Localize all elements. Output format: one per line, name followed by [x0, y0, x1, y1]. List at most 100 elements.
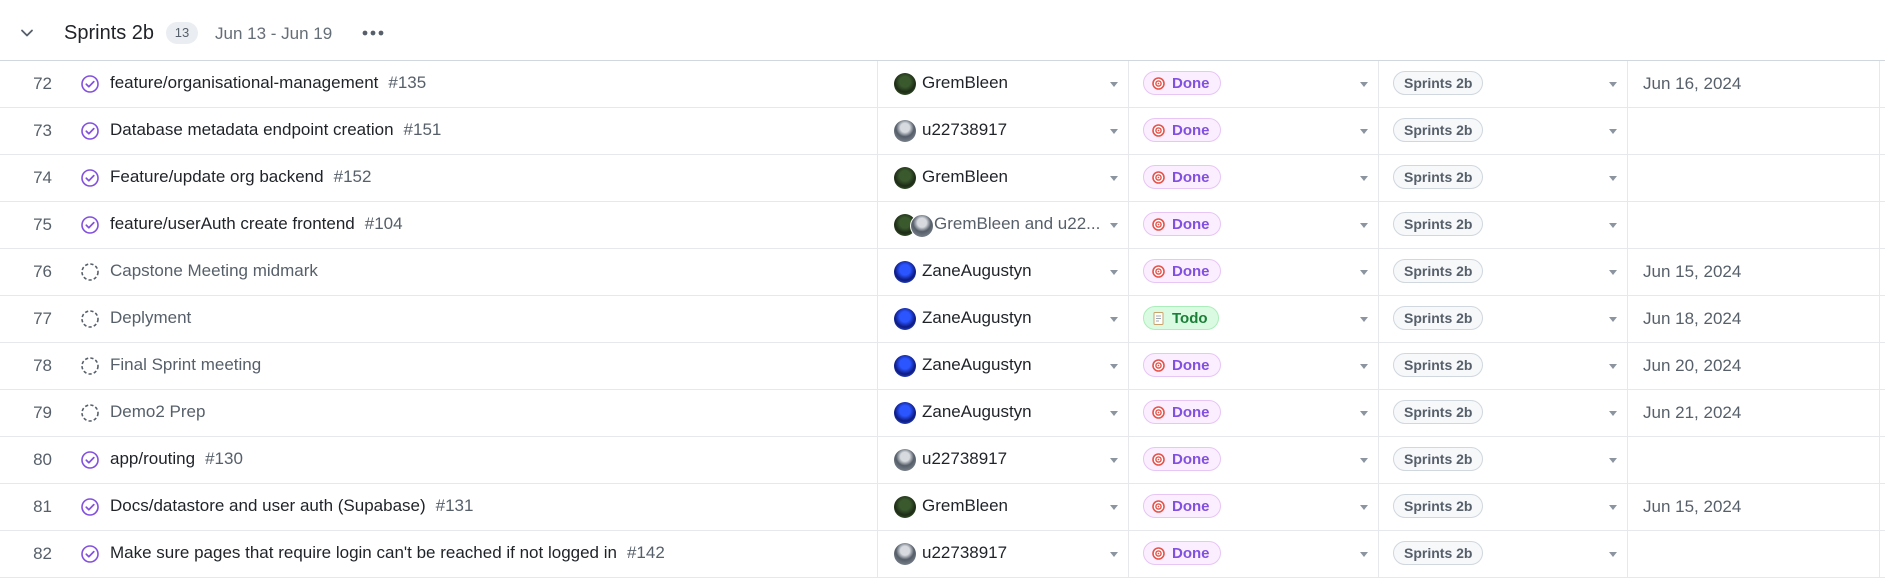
chevron-down-icon[interactable]	[1360, 270, 1368, 275]
assignees-cell[interactable]: GremBleen	[878, 61, 1129, 107]
table-row[interactable]: 72 feature/organisational-management #135 G…	[0, 61, 1885, 108]
assignees-cell[interactable]: ZaneAugustyn	[878, 390, 1129, 436]
status-cell[interactable]: Done	[1129, 531, 1379, 577]
item-title[interactable]: Database metadata endpoint creation #151	[110, 120, 441, 140]
date-cell[interactable]: Jun 20, 2024	[1628, 343, 1880, 389]
status-cell[interactable]: Todo	[1129, 296, 1379, 342]
iteration-cell[interactable]: Sprints 2b	[1379, 343, 1628, 389]
more-options-icon[interactable]	[360, 28, 386, 38]
title-cell[interactable]: Demo2 Prep	[70, 390, 878, 436]
iteration-cell[interactable]: Sprints 2b	[1379, 531, 1628, 577]
chevron-down-icon[interactable]	[1110, 505, 1118, 510]
table-row[interactable]: 75 feature/userAuth create frontend #104 Gr…	[0, 202, 1885, 249]
item-title-text[interactable]: Docs/datastore and user auth (Supabase)	[110, 496, 426, 515]
chevron-down-icon[interactable]	[1360, 176, 1368, 181]
chevron-down-icon[interactable]	[1110, 552, 1118, 557]
date-cell[interactable]: Jun 15, 2024	[1628, 484, 1880, 530]
chevron-down-icon[interactable]	[1609, 317, 1617, 322]
chevron-down-icon[interactable]	[1609, 505, 1617, 510]
chevron-down-icon[interactable]	[1609, 82, 1617, 87]
status-cell[interactable]: Done	[1129, 390, 1379, 436]
chevron-down-icon[interactable]	[1110, 176, 1118, 181]
chevron-down-icon[interactable]	[1360, 411, 1368, 416]
item-title[interactable]: feature/userAuth create frontend #104	[110, 214, 403, 234]
item-title[interactable]: Capstone Meeting midmark	[110, 261, 318, 281]
table-row[interactable]: 73 Database metadata endpoint creation #15…	[0, 108, 1885, 155]
item-title-text[interactable]: feature/organisational-management	[110, 73, 378, 92]
title-cell[interactable]: app/routing #130	[70, 437, 878, 483]
chevron-down-icon[interactable]	[20, 26, 34, 40]
title-cell[interactable]: Docs/datastore and user auth (Supabase) #…	[70, 484, 878, 530]
chevron-down-icon[interactable]	[1110, 270, 1118, 275]
iteration-cell[interactable]: Sprints 2b	[1379, 390, 1628, 436]
item-title[interactable]: Feature/update org backend #152	[110, 167, 371, 187]
item-title-text[interactable]: Database metadata endpoint creation	[110, 120, 394, 139]
table-row[interactable]: 80 app/routing #130 u22738917 Done Sprints 2b	[0, 437, 1885, 484]
chevron-down-icon[interactable]	[1360, 223, 1368, 228]
chevron-down-icon[interactable]	[1360, 505, 1368, 510]
chevron-down-icon[interactable]	[1110, 223, 1118, 228]
table-row[interactable]: 79 Demo2 Prep ZaneAugustyn Done Sprints 2b Ju…	[0, 390, 1885, 437]
chevron-down-icon[interactable]	[1609, 552, 1617, 557]
status-cell[interactable]: Done	[1129, 155, 1379, 201]
table-row[interactable]: 82 Make sure pages that require login can…	[0, 531, 1885, 578]
chevron-down-icon[interactable]	[1360, 317, 1368, 322]
chevron-down-icon[interactable]	[1110, 411, 1118, 416]
item-title[interactable]: Docs/datastore and user auth (Supabase) #…	[110, 496, 473, 516]
iteration-cell[interactable]: Sprints 2b	[1379, 437, 1628, 483]
item-title[interactable]: Final Sprint meeting	[110, 355, 261, 375]
chevron-down-icon[interactable]	[1110, 82, 1118, 87]
assignees-cell[interactable]: ZaneAugustyn	[878, 296, 1129, 342]
status-cell[interactable]: Done	[1129, 437, 1379, 483]
item-title[interactable]: feature/organisational-management #135	[110, 73, 426, 93]
title-cell[interactable]: Final Sprint meeting	[70, 343, 878, 389]
item-title-text[interactable]: Final Sprint meeting	[110, 355, 261, 374]
title-cell[interactable]: feature/organisational-management #135	[70, 61, 878, 107]
assignees-cell[interactable]: u22738917	[878, 531, 1129, 577]
assignees-cell[interactable]: ZaneAugustyn	[878, 249, 1129, 295]
chevron-down-icon[interactable]	[1110, 317, 1118, 322]
chevron-down-icon[interactable]	[1609, 364, 1617, 369]
assignees-cell[interactable]: GremBleen and u22...	[878, 202, 1129, 248]
chevron-down-icon[interactable]	[1609, 176, 1617, 181]
table-row[interactable]: 77 Deplyment ZaneAugustyn Todo Sprints 2b Jun…	[0, 296, 1885, 343]
iteration-cell[interactable]: Sprints 2b	[1379, 61, 1628, 107]
date-cell[interactable]	[1628, 155, 1880, 201]
status-cell[interactable]: Done	[1129, 249, 1379, 295]
item-title[interactable]: Demo2 Prep	[110, 402, 205, 422]
chevron-down-icon[interactable]	[1360, 129, 1368, 134]
chevron-down-icon[interactable]	[1110, 364, 1118, 369]
item-title-text[interactable]: Make sure pages that require login can't…	[110, 543, 617, 562]
assignees-cell[interactable]: GremBleen	[878, 155, 1129, 201]
chevron-down-icon[interactable]	[1609, 223, 1617, 228]
date-cell[interactable]	[1628, 108, 1880, 154]
chevron-down-icon[interactable]	[1609, 411, 1617, 416]
chevron-down-icon[interactable]	[1609, 129, 1617, 134]
iteration-cell[interactable]: Sprints 2b	[1379, 296, 1628, 342]
item-title-text[interactable]: Capstone Meeting midmark	[110, 261, 318, 280]
item-title-text[interactable]: feature/userAuth create frontend	[110, 214, 355, 233]
date-cell[interactable]	[1628, 531, 1880, 577]
title-cell[interactable]: Deplyment	[70, 296, 878, 342]
status-cell[interactable]: Done	[1129, 343, 1379, 389]
chevron-down-icon[interactable]	[1360, 458, 1368, 463]
title-cell[interactable]: Make sure pages that require login can't…	[70, 531, 878, 577]
date-cell[interactable]: Jun 18, 2024	[1628, 296, 1880, 342]
table-row[interactable]: 74 Feature/update org backend #152 GremBlee…	[0, 155, 1885, 202]
title-cell[interactable]: Feature/update org backend #152	[70, 155, 878, 201]
assignees-cell[interactable]: ZaneAugustyn	[878, 343, 1129, 389]
status-cell[interactable]: Done	[1129, 61, 1379, 107]
iteration-cell[interactable]: Sprints 2b	[1379, 202, 1628, 248]
table-row[interactable]: 81 Docs/datastore and user auth (Supabase…	[0, 484, 1885, 531]
title-cell[interactable]: feature/userAuth create frontend #104	[70, 202, 878, 248]
item-title-text[interactable]: Feature/update org backend	[110, 167, 324, 186]
item-title[interactable]: Deplyment	[110, 308, 191, 328]
chevron-down-icon[interactable]	[1110, 458, 1118, 463]
date-cell[interactable]	[1628, 202, 1880, 248]
chevron-down-icon[interactable]	[1360, 82, 1368, 87]
iteration-cell[interactable]: Sprints 2b	[1379, 484, 1628, 530]
item-title-text[interactable]: Deplyment	[110, 308, 191, 327]
iteration-cell[interactable]: Sprints 2b	[1379, 108, 1628, 154]
chevron-down-icon[interactable]	[1360, 364, 1368, 369]
assignees-cell[interactable]: GremBleen	[878, 484, 1129, 530]
